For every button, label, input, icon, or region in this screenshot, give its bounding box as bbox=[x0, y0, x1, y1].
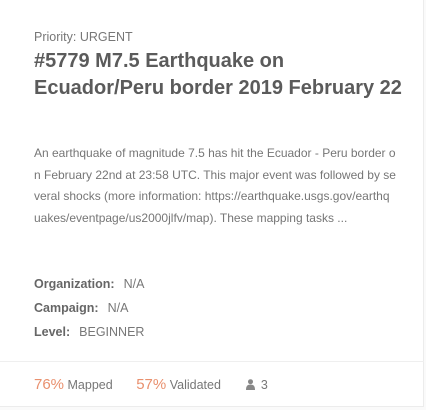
mapped-stat: 76% Mapped bbox=[34, 376, 113, 393]
validated-stat: 57% Validated bbox=[136, 376, 221, 393]
project-title[interactable]: #5779 M7.5 Earthquake on Ecuador/Peru bo… bbox=[34, 48, 406, 102]
organization-label: Organization: bbox=[34, 277, 115, 291]
organization-row: Organization: N/A bbox=[34, 277, 144, 291]
priority-label: Priority: bbox=[34, 30, 77, 44]
campaign-row: Campaign: N/A bbox=[34, 301, 128, 315]
project-stats: 76% Mapped 57% Validated 3 bbox=[34, 376, 268, 393]
priority-value: URGENT bbox=[79, 30, 133, 44]
contributors-count: 3 bbox=[260, 378, 268, 392]
project-card[interactable]: Priority: URGENT #5779 M7.5 Earthquake o… bbox=[0, 0, 424, 407]
contributors-stat: 3 bbox=[246, 378, 268, 392]
validated-percent: 57% bbox=[136, 376, 167, 393]
organization-value: N/A bbox=[123, 277, 145, 291]
campaign-label: Campaign: bbox=[34, 301, 99, 315]
level-value: BEGINNER bbox=[79, 325, 145, 339]
project-description: An earthquake of magnitude 7.5 has hit t… bbox=[34, 146, 396, 225]
mapped-percent: 76% bbox=[34, 376, 65, 393]
mapped-label: Mapped bbox=[67, 378, 113, 392]
divider bbox=[0, 361, 424, 362]
level-row: Level: BEGINNER bbox=[34, 325, 144, 339]
priority-line: Priority: URGENT bbox=[34, 30, 133, 44]
campaign-value: N/A bbox=[107, 301, 129, 315]
validated-label: Validated bbox=[169, 378, 221, 392]
level-label: Level: bbox=[34, 325, 71, 339]
user-icon bbox=[246, 379, 256, 390]
